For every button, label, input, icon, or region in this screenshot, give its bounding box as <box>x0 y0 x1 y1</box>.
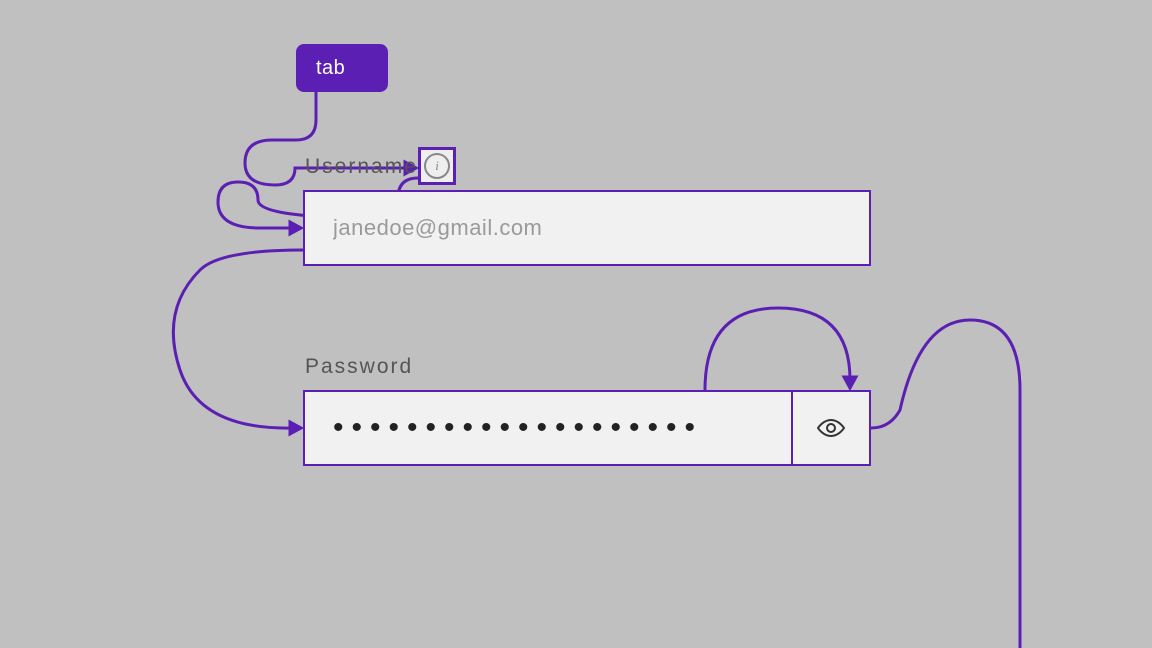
eye-icon <box>816 417 846 439</box>
username-field[interactable] <box>303 190 871 266</box>
diagram-stage: { "tab_key": { "label": "tab" }, "userna… <box>0 0 1152 648</box>
password-label: Password <box>305 355 413 379</box>
info-icon: i <box>424 153 450 179</box>
show-password-button[interactable] <box>791 392 869 464</box>
username-info-tooltip[interactable]: i <box>418 147 456 185</box>
password-input[interactable]: •••••••••••••••••••• <box>305 413 791 443</box>
username-label: Username <box>305 155 418 179</box>
username-input[interactable] <box>305 215 869 241</box>
tab-flow-arrows <box>0 0 1152 648</box>
tab-key-pill: tab <box>296 44 388 92</box>
tab-key-label: tab <box>316 57 345 80</box>
password-field[interactable]: •••••••••••••••••••• <box>303 390 871 466</box>
